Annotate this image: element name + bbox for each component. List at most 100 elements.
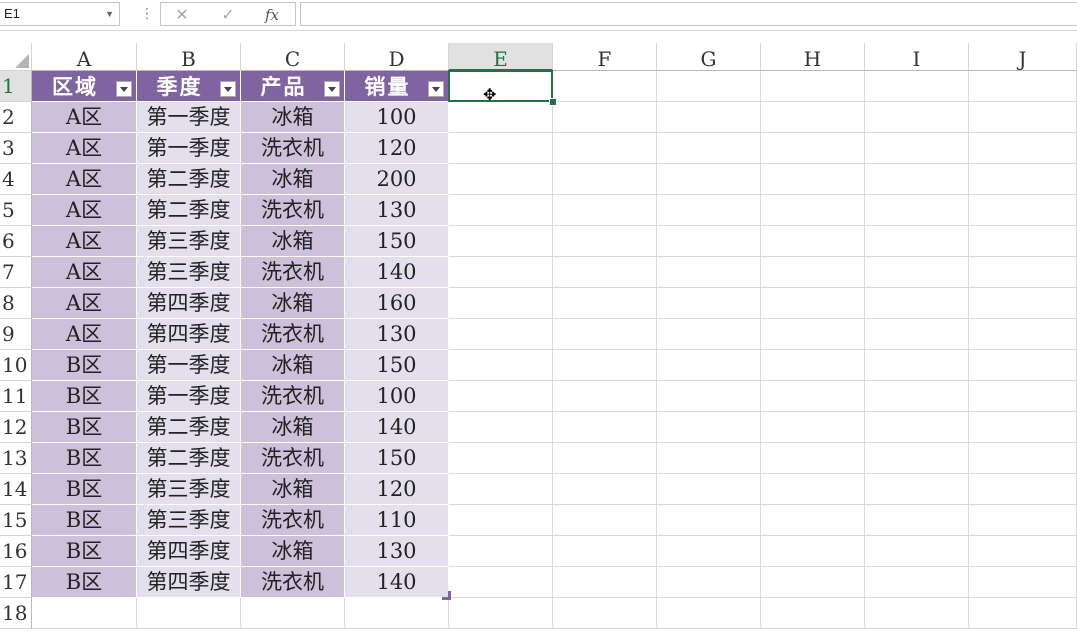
cell-d15[interactable]: 110 [345, 505, 449, 536]
cell-b11[interactable]: 第一季度 [137, 381, 241, 412]
cell-c18[interactable] [241, 598, 345, 629]
cell-b16[interactable]: 第四季度 [137, 536, 241, 567]
cell-a13[interactable]: B区 [32, 443, 137, 474]
cell-i1[interactable] [865, 71, 969, 102]
cell-d10[interactable]: 150 [345, 350, 449, 381]
name-box[interactable]: E1 ▼ [0, 2, 120, 26]
cell-b4[interactable]: 第二季度 [137, 164, 241, 195]
cell-e13[interactable] [449, 443, 553, 474]
cell-c13[interactable]: 洗衣机 [241, 443, 345, 474]
cell-f14[interactable] [553, 474, 657, 505]
cell-h2[interactable] [761, 102, 865, 133]
cell-b17[interactable]: 第四季度 [137, 567, 241, 598]
cell-j2[interactable] [969, 102, 1077, 133]
cell-d1[interactable]: 销量 [345, 71, 449, 102]
cell-f5[interactable] [553, 195, 657, 226]
row-header-2[interactable]: 2 [0, 102, 32, 133]
cell-h18[interactable] [761, 598, 865, 629]
cell-j10[interactable] [969, 350, 1077, 381]
cell-d17[interactable]: 140 [345, 567, 449, 598]
cell-a16[interactable]: B区 [32, 536, 137, 567]
cell-h1[interactable] [761, 71, 865, 102]
cell-e14[interactable] [449, 474, 553, 505]
cell-d2[interactable]: 100 [345, 102, 449, 133]
cell-h15[interactable] [761, 505, 865, 536]
cell-d8[interactable]: 160 [345, 288, 449, 319]
cell-g14[interactable] [657, 474, 761, 505]
cell-i9[interactable] [865, 319, 969, 350]
cell-b18[interactable] [137, 598, 241, 629]
column-header-e[interactable]: E [449, 43, 553, 71]
row-header-6[interactable]: 6 [0, 226, 32, 257]
column-header-i[interactable]: I [865, 43, 969, 71]
cell-b13[interactable]: 第二季度 [137, 443, 241, 474]
cell-e9[interactable] [449, 319, 553, 350]
cell-g4[interactable] [657, 164, 761, 195]
cell-a1[interactable]: 区域 [32, 71, 137, 102]
cell-i16[interactable] [865, 536, 969, 567]
cell-c14[interactable]: 冰箱 [241, 474, 345, 505]
cell-i7[interactable] [865, 257, 969, 288]
cell-h17[interactable] [761, 567, 865, 598]
cell-a7[interactable]: A区 [32, 257, 137, 288]
row-header-10[interactable]: 10 [0, 350, 32, 381]
cell-f12[interactable] [553, 412, 657, 443]
cell-a18[interactable] [32, 598, 137, 629]
cell-j16[interactable] [969, 536, 1077, 567]
cell-j15[interactable] [969, 505, 1077, 536]
cell-j12[interactable] [969, 412, 1077, 443]
cell-d13[interactable]: 150 [345, 443, 449, 474]
cell-f13[interactable] [553, 443, 657, 474]
cell-d5[interactable]: 130 [345, 195, 449, 226]
cell-e10[interactable] [449, 350, 553, 381]
filter-dropdown-icon[interactable] [116, 81, 132, 97]
cell-f17[interactable] [553, 567, 657, 598]
cell-b3[interactable]: 第一季度 [137, 133, 241, 164]
cell-h5[interactable] [761, 195, 865, 226]
cell-g9[interactable] [657, 319, 761, 350]
column-header-h[interactable]: H [761, 43, 865, 71]
cell-a3[interactable]: A区 [32, 133, 137, 164]
row-header-3[interactable]: 3 [0, 133, 32, 164]
cell-c6[interactable]: 冰箱 [241, 226, 345, 257]
cell-f15[interactable] [553, 505, 657, 536]
select-all-button[interactable] [0, 43, 32, 71]
cell-a15[interactable]: B区 [32, 505, 137, 536]
cell-h4[interactable] [761, 164, 865, 195]
cell-i15[interactable] [865, 505, 969, 536]
enter-icon[interactable]: ✓ [217, 5, 239, 25]
formula-bar-grip-icon[interactable]: ⋮ [140, 7, 154, 23]
cell-f9[interactable] [553, 319, 657, 350]
row-header-9[interactable]: 9 [0, 319, 32, 350]
cell-h12[interactable] [761, 412, 865, 443]
cell-j11[interactable] [969, 381, 1077, 412]
cell-e11[interactable] [449, 381, 553, 412]
cell-f8[interactable] [553, 288, 657, 319]
cell-j14[interactable] [969, 474, 1077, 505]
cell-e3[interactable] [449, 133, 553, 164]
filter-dropdown-icon[interactable] [428, 81, 444, 97]
cell-d18[interactable] [345, 598, 449, 629]
cell-c11[interactable]: 洗衣机 [241, 381, 345, 412]
cell-h8[interactable] [761, 288, 865, 319]
column-header-g[interactable]: G [657, 43, 761, 71]
cell-c9[interactable]: 洗衣机 [241, 319, 345, 350]
cell-g18[interactable] [657, 598, 761, 629]
column-header-j[interactable]: J [969, 43, 1077, 71]
cell-d12[interactable]: 140 [345, 412, 449, 443]
cell-c15[interactable]: 洗衣机 [241, 505, 345, 536]
row-header-18[interactable]: 18 [0, 598, 32, 629]
cell-i8[interactable] [865, 288, 969, 319]
row-header-16[interactable]: 16 [0, 536, 32, 567]
cell-g2[interactable] [657, 102, 761, 133]
row-header-11[interactable]: 11 [0, 381, 32, 412]
cell-d3[interactable]: 120 [345, 133, 449, 164]
row-header-13[interactable]: 13 [0, 443, 32, 474]
cell-i17[interactable] [865, 567, 969, 598]
cell-c2[interactable]: 冰箱 [241, 102, 345, 133]
cell-d4[interactable]: 200 [345, 164, 449, 195]
cell-b9[interactable]: 第四季度 [137, 319, 241, 350]
cell-g3[interactable] [657, 133, 761, 164]
row-header-17[interactable]: 17 [0, 567, 32, 598]
cell-h14[interactable] [761, 474, 865, 505]
